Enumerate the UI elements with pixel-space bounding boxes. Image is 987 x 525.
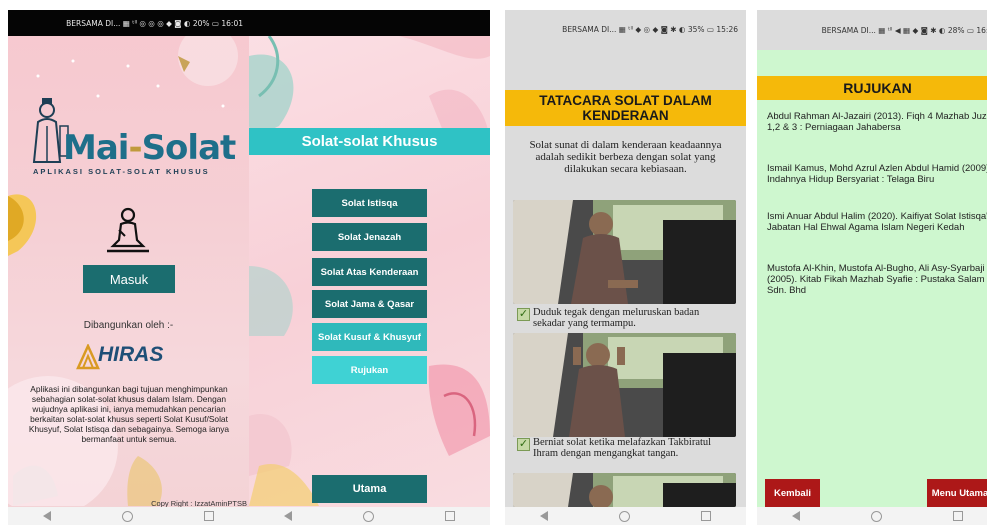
status-bar-text: BERSAMA DI... ▦ ᵗˡˡ ◀ ▦ ◆ ◙ ✱ ◐ 28% ▭ 16… bbox=[821, 25, 987, 35]
status-bar bbox=[249, 10, 490, 36]
photo-next-step bbox=[513, 473, 736, 507]
app-tagline: APLIKASI SOLAT-SOLAT KHUSUS bbox=[33, 167, 210, 176]
status-bar-text: BERSAMA DI... ▦ ᵗˡˡ ◎ ◎ ◎ ◆ ◙ ◐ 20% ▭ 16… bbox=[66, 18, 243, 28]
app-logo: Mai-Solat bbox=[63, 128, 237, 168]
recents-icon[interactable] bbox=[952, 511, 963, 521]
status-bar-text: BERSAMA DI... ▦ ᵗˡˡ ◆ ◎ ◆ ◙ ✱ ◐ 35% ▭ 15… bbox=[562, 24, 738, 34]
back-icon[interactable] bbox=[43, 511, 52, 521]
step-1: ✓ Duduk tegak dengan meluruskan badan se… bbox=[517, 307, 732, 329]
intro-text: Solat sunat di dalam kenderaan keadaanny… bbox=[529, 139, 722, 175]
btn-label: Solat Jama & Qasar bbox=[324, 298, 415, 310]
back-icon[interactable] bbox=[540, 511, 549, 521]
page-title: TATACARA SOLAT DALAM KENDERAAN bbox=[505, 90, 746, 126]
photo-sitting-upright bbox=[513, 200, 736, 304]
reference-item: Mustofa Al-Khin, Mustofa Al-Bugho, Ali A… bbox=[767, 263, 985, 296]
btn-label: Solat Atas Kenderaan bbox=[320, 266, 419, 278]
btn-label: Solat Kusuf & Khusyuf bbox=[318, 331, 421, 343]
screen-tatacara: BERSAMA DI... ▦ ᵗˡˡ ◆ ◎ ◆ ◙ ✱ ◐ 35% ▭ 15… bbox=[505, 10, 746, 525]
step-1-text: Duduk tegak dengan meluruskan badan seka… bbox=[533, 307, 700, 329]
page-title: RUJUKAN bbox=[757, 76, 987, 100]
logo-dash: - bbox=[128, 128, 142, 168]
reference-item: Ismail Kamus, Mohd Azrul Azlen Abdul Ham… bbox=[767, 163, 987, 185]
btn-rujukan[interactable]: Rujukan bbox=[312, 356, 427, 384]
screen-rujukan: BERSAMA DI... ▦ ᵗˡˡ ◀ ▦ ◆ ◙ ✱ ◐ 28% ▭ 16… bbox=[757, 10, 987, 525]
android-nav-bar bbox=[505, 507, 746, 525]
back-icon[interactable] bbox=[792, 511, 801, 521]
developer-name: HIRAS bbox=[98, 343, 164, 366]
checkmark-icon: ✓ bbox=[517, 438, 530, 451]
recents-icon[interactable] bbox=[203, 511, 214, 521]
btn-solat-jenazah[interactable]: Solat Jenazah bbox=[312, 223, 427, 251]
android-nav-bar bbox=[249, 507, 490, 525]
reference-item: Ismi Anuar Abdul Halim (2020). Kaifiyat … bbox=[767, 211, 987, 233]
hiras-logo-icon bbox=[76, 344, 100, 370]
status-bar: BERSAMA DI... ▦ ᵗˡˡ ◀ ▦ ◆ ◙ ✱ ◐ 28% ▭ 16… bbox=[757, 10, 987, 50]
home-icon[interactable] bbox=[618, 510, 630, 522]
recents-icon[interactable] bbox=[444, 511, 455, 521]
step-2: ✓ Berniat solat ketika melafazkan Takbir… bbox=[517, 437, 732, 459]
logo-part-1: Mai bbox=[63, 128, 129, 168]
praying-person-icon bbox=[107, 207, 149, 253]
android-nav-bar bbox=[8, 507, 249, 525]
screen-menu: Solat-solat Khusus Solat Istisqa Solat J… bbox=[249, 10, 490, 525]
status-bar: BERSAMA DI... ▦ ᵗˡˡ ◆ ◎ ◆ ◙ ✱ ◐ 35% ▭ 15… bbox=[505, 10, 746, 48]
screen-home: BERSAMA DI... ▦ ᵗˡˡ ◎ ◎ ◎ ◆ ◙ ◐ 20% ▭ 16… bbox=[8, 10, 249, 525]
photo-takbir bbox=[513, 333, 736, 437]
recents-icon[interactable] bbox=[700, 511, 711, 521]
logo-part-2: Solat bbox=[141, 128, 237, 168]
btn-solat-kusuf-khusyuf[interactable]: Solat Kusuf & Khusyuf bbox=[312, 323, 427, 351]
kembali-button[interactable]: Kembali bbox=[765, 479, 820, 507]
utama-button[interactable]: Utama bbox=[312, 475, 427, 503]
checkmark-icon: ✓ bbox=[517, 308, 530, 321]
back-icon[interactable] bbox=[284, 511, 293, 521]
btn-solat-jama-qasar[interactable]: Solat Jama & Qasar bbox=[312, 290, 427, 318]
masuk-button[interactable]: Masuk bbox=[83, 265, 175, 293]
app-description: Aplikasi ini dibangunkan bagi tujuan men… bbox=[28, 384, 230, 444]
btn-solat-atas-kenderaan[interactable]: Solat Atas Kenderaan bbox=[312, 258, 427, 286]
home-icon[interactable] bbox=[870, 510, 882, 522]
android-nav-bar bbox=[757, 507, 987, 525]
home-icon[interactable] bbox=[121, 510, 133, 522]
menu-title: Solat-solat Khusus bbox=[249, 128, 490, 155]
reference-item: Abdul Rahman Al-Jazairi (2013). Fiqh 4 M… bbox=[767, 111, 987, 133]
developed-by-label: Dibangunkan oleh :- bbox=[83, 320, 174, 331]
status-bar: BERSAMA DI... ▦ ᵗˡˡ ◎ ◎ ◎ ◆ ◙ ◐ 20% ▭ 16… bbox=[8, 10, 249, 36]
step-2-text: Berniat solat ketika melafazkan Takbirat… bbox=[533, 437, 712, 459]
btn-label: Solat Istisqa bbox=[341, 197, 398, 209]
menu-utama-button[interactable]: Menu Utama bbox=[927, 479, 987, 507]
btn-label: Rujukan bbox=[350, 364, 389, 376]
btn-label: Solat Jenazah bbox=[337, 231, 402, 243]
btn-solat-istisqa[interactable]: Solat Istisqa bbox=[312, 189, 427, 217]
home-icon[interactable] bbox=[362, 510, 374, 522]
